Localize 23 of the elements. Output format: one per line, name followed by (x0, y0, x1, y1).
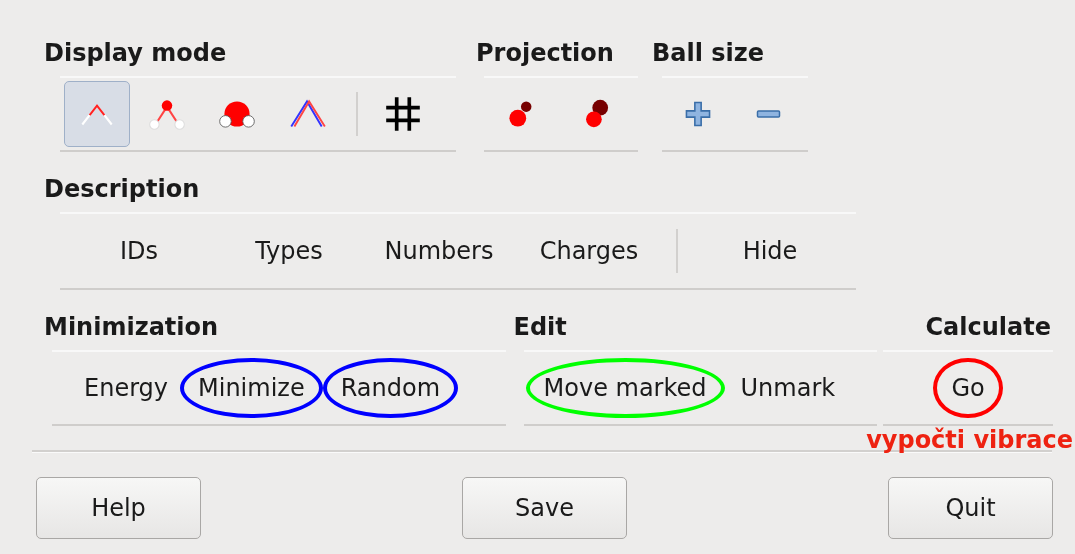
description-button[interactable]: Types (214, 223, 364, 279)
section-heading: Display mode (43, 38, 228, 69)
section-heading: Description (43, 174, 201, 205)
section-heading: Edit (512, 312, 568, 343)
minus-icon (756, 110, 781, 118)
minimization-button[interactable]: Energy (72, 360, 181, 416)
dialog-button[interactable]: Help (36, 477, 201, 539)
annotation-text: vypočti vibrace (866, 426, 1073, 454)
minimization-button[interactable]: Random (322, 358, 459, 418)
section-heading: Calculate (924, 312, 1052, 343)
section-heading: Ball size (651, 38, 766, 69)
edit-button[interactable]: Move marked (525, 358, 725, 418)
hide-button[interactable]: Hide (690, 223, 850, 279)
section-heading: Projection (475, 38, 615, 69)
description-button[interactable]: Charges (514, 223, 664, 279)
edit-button[interactable]: Unmark (724, 360, 852, 416)
section-heading: Minimization (43, 312, 220, 343)
go-button[interactable]: Go (933, 358, 1003, 418)
dialog-button[interactable]: Save (462, 477, 627, 539)
description-button[interactable]: Numbers (364, 223, 514, 279)
minimization-button[interactable]: Minimize (180, 358, 323, 418)
description-button[interactable]: IDs (64, 223, 214, 279)
dialog-button[interactable]: Quit (888, 477, 1053, 539)
